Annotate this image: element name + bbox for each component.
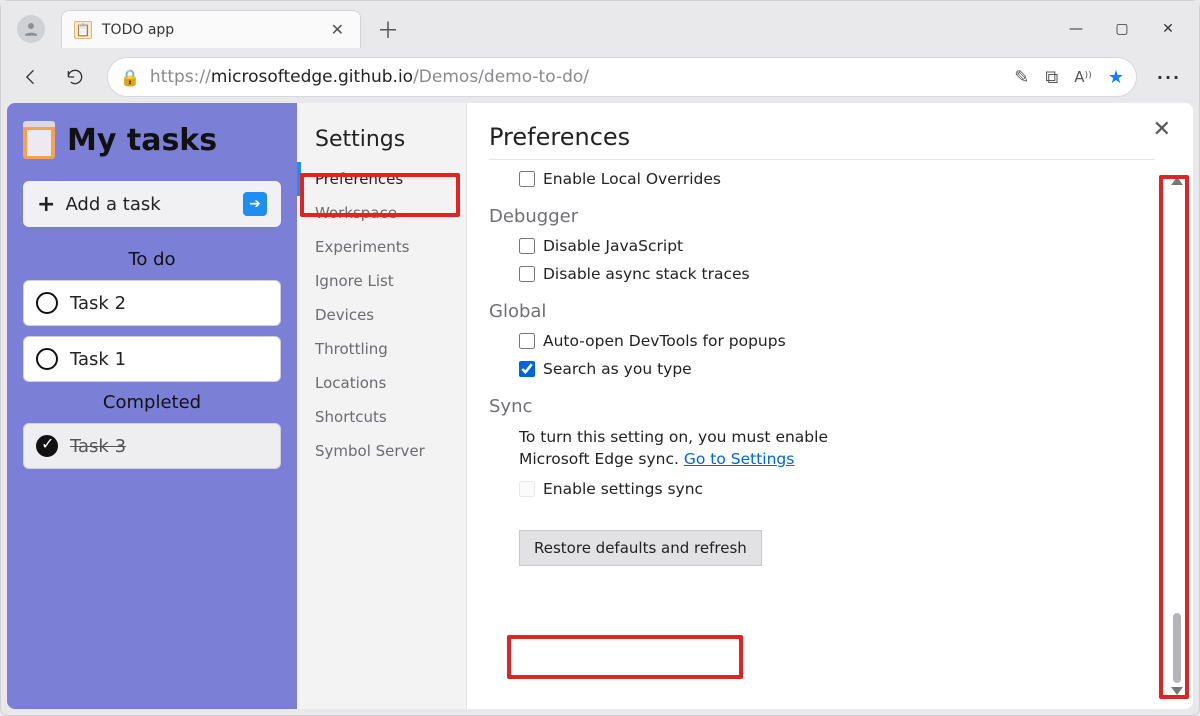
- collections-icon[interactable]: ⧉: [1045, 67, 1058, 88]
- preferences-heading: Preferences: [489, 123, 1155, 160]
- edit-page-icon[interactable]: ✎: [1014, 67, 1029, 88]
- enable-sync-checkbox[interactable]: [519, 481, 535, 497]
- highlight-restore: [507, 635, 743, 679]
- url-text: https://microsoftedge.github.io/Demos/de…: [150, 67, 589, 87]
- disable-async-checkbox[interactable]: [519, 266, 535, 282]
- enable-local-overrides-row[interactable]: Enable Local Overrides: [519, 170, 1155, 188]
- settings-item-throttling[interactable]: Throttling: [297, 332, 466, 366]
- task-circle-icon[interactable]: [36, 348, 58, 370]
- task-item[interactable]: Task 2: [23, 280, 281, 326]
- tab-close-button[interactable]: ✕: [327, 16, 348, 43]
- close-window-button[interactable]: ✕: [1145, 9, 1191, 49]
- settings-item-preferences[interactable]: Preferences: [297, 162, 466, 196]
- global-heading: Global: [489, 301, 1155, 322]
- todo-app-sidebar: My tasks + Add a task ➔ To do Task 2 Task…: [7, 103, 297, 709]
- preferences-pane: ✕ Preferences Enable Local Overrides Deb…: [467, 103, 1193, 709]
- auto-open-row[interactable]: Auto-open DevTools for popups: [519, 332, 1155, 350]
- profile-avatar[interactable]: [17, 15, 45, 43]
- refresh-button[interactable]: [55, 57, 95, 97]
- read-aloud-icon[interactable]: A⁾⁾: [1074, 68, 1092, 86]
- favorite-star-icon[interactable]: ★: [1108, 67, 1124, 88]
- browser-titlebar: 📋 TODO app ✕ ＋ — ▢ ✕: [1, 1, 1199, 51]
- browser-tab[interactable]: 📋 TODO app ✕: [61, 10, 361, 48]
- enable-sync-row[interactable]: Enable settings sync: [519, 480, 1155, 498]
- task-item-done[interactable]: Task 3: [23, 423, 281, 469]
- settings-item-locations[interactable]: Locations: [297, 366, 466, 400]
- restore-defaults-button[interactable]: Restore defaults and refresh: [519, 530, 762, 566]
- address-bar[interactable]: 🔒 https://microsoftedge.github.io/Demos/…: [107, 57, 1137, 97]
- disable-js-checkbox[interactable]: [519, 238, 535, 254]
- section-todo-heading: To do: [23, 249, 281, 270]
- disable-async-row[interactable]: Disable async stack traces: [519, 265, 1155, 283]
- plus-icon: +: [37, 192, 55, 217]
- enable-local-overrides-checkbox[interactable]: [519, 171, 535, 187]
- settings-heading: Settings: [297, 127, 466, 162]
- settings-item-symbol-server[interactable]: Symbol Server: [297, 434, 466, 468]
- window-controls: — ▢ ✕: [1053, 9, 1199, 49]
- lock-icon: 🔒: [120, 68, 140, 87]
- debugger-heading: Debugger: [489, 206, 1155, 227]
- search-as-you-type-checkbox[interactable]: [519, 361, 535, 377]
- add-task-label: Add a task: [65, 194, 160, 215]
- minimize-button[interactable]: —: [1053, 9, 1099, 49]
- go-to-settings-link[interactable]: Go to Settings: [684, 450, 794, 468]
- scroll-thumb[interactable]: [1173, 613, 1181, 683]
- submit-arrow-icon[interactable]: ➔: [243, 192, 267, 216]
- settings-sidebar: Settings PreferencesWorkspaceExperiments…: [297, 103, 467, 709]
- maximize-button[interactable]: ▢: [1099, 9, 1145, 49]
- task-item[interactable]: Task 1: [23, 336, 281, 382]
- scroll-track[interactable]: [1171, 189, 1183, 683]
- page-content: My tasks + Add a task ➔ To do Task 2 Task…: [7, 103, 1193, 709]
- scrollbar[interactable]: [1167, 177, 1187, 695]
- tab-title: TODO app: [102, 22, 327, 38]
- settings-item-shortcuts[interactable]: Shortcuts: [297, 400, 466, 434]
- task-label: Task 1: [70, 349, 126, 370]
- clipboard-icon: [23, 121, 55, 159]
- settings-item-workspace[interactable]: Workspace: [297, 196, 466, 230]
- task-label: Task 2: [70, 293, 126, 314]
- new-tab-button[interactable]: ＋: [371, 12, 405, 46]
- task-label: Task 3: [70, 436, 126, 457]
- disable-js-row[interactable]: Disable JavaScript: [519, 237, 1155, 255]
- add-task-button[interactable]: + Add a task ➔: [23, 181, 281, 227]
- section-completed-heading: Completed: [23, 392, 281, 413]
- scroll-down-arrow[interactable]: [1171, 687, 1183, 695]
- task-circle-icon[interactable]: [36, 292, 58, 314]
- browser-menu-button[interactable]: ···: [1149, 57, 1189, 97]
- task-check-icon[interactable]: [36, 435, 58, 457]
- close-panel-button[interactable]: ✕: [1153, 117, 1171, 142]
- app-title: My tasks: [23, 121, 281, 159]
- browser-toolbar: 🔒 https://microsoftedge.github.io/Demos/…: [1, 51, 1199, 103]
- auto-open-checkbox[interactable]: [519, 333, 535, 349]
- app-title-text: My tasks: [67, 123, 217, 158]
- back-button[interactable]: [11, 57, 51, 97]
- scroll-up-arrow[interactable]: [1171, 177, 1183, 185]
- sync-message: To turn this setting on, you must enable…: [519, 427, 899, 470]
- search-as-you-type-row[interactable]: Search as you type: [519, 360, 1155, 378]
- clipboard-icon: 📋: [74, 21, 92, 39]
- settings-item-experiments[interactable]: Experiments: [297, 230, 466, 264]
- settings-item-devices[interactable]: Devices: [297, 298, 466, 332]
- sync-heading: Sync: [489, 396, 1155, 417]
- settings-item-ignore-list[interactable]: Ignore List: [297, 264, 466, 298]
